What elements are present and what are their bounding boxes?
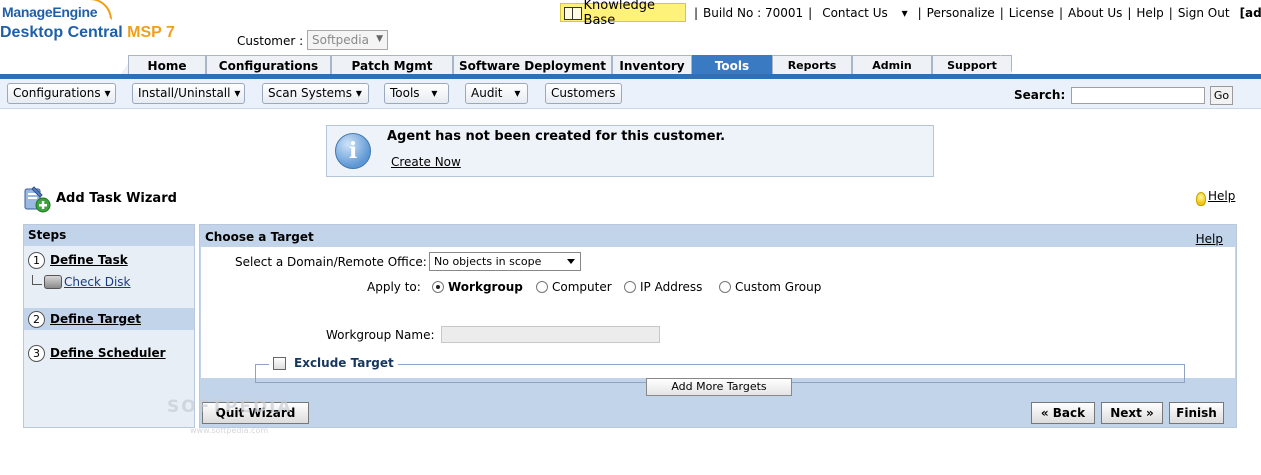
- panel-help-link[interactable]: Help: [1196, 232, 1223, 246]
- tab-tools[interactable]: Tools: [692, 55, 772, 75]
- knowledge-base-label: Knowledge Base: [583, 0, 655, 28]
- radio-ip-address[interactable]: IP Address: [624, 280, 702, 294]
- tab-configurations[interactable]: Configurations: [206, 55, 331, 75]
- chevron-down-icon: [567, 259, 575, 264]
- lightbulb-icon: [1196, 192, 1206, 206]
- top-links: | Build No : 70001 | Contact Us ▾ | Pers…: [694, 6, 1261, 20]
- add-task-icon: [24, 186, 51, 213]
- wizard-title: Add Task Wizard: [56, 191, 177, 206]
- search-input[interactable]: [1071, 87, 1205, 104]
- sign-out-link[interactable]: Sign Out: [1173, 6, 1235, 20]
- domain-select[interactable]: No objects in scope: [429, 252, 581, 271]
- finish-button[interactable]: Finish: [1169, 402, 1224, 424]
- steps-header: Steps: [24, 225, 194, 246]
- back-button[interactable]: « Back: [1031, 402, 1095, 424]
- personalize-link[interactable]: Personalize: [922, 6, 1000, 20]
- caret-down-icon: ▾: [901, 6, 908, 20]
- step-number: 1: [28, 251, 45, 269]
- toolbar-install-uninstall[interactable]: Install/Uninstall ▾: [132, 83, 245, 104]
- tab-reports[interactable]: Reports: [772, 55, 852, 75]
- apply-to-label: Apply to:: [367, 280, 421, 294]
- company-logo: ManageEngine: [2, 4, 98, 20]
- step-number: 2: [28, 310, 45, 328]
- customer-value: Softpedia: [312, 33, 369, 47]
- domain-label: Select a Domain/Remote Office:: [235, 255, 427, 269]
- exclude-target-label: Exclude Target: [294, 356, 394, 370]
- substep-label: Check Disk: [64, 275, 131, 289]
- toolbar-audit[interactable]: Audit ▾: [465, 83, 528, 104]
- tab-admin[interactable]: Admin: [852, 55, 932, 75]
- tab-inventory[interactable]: Inventory: [612, 55, 692, 75]
- watermark: SOFTPEDIA: [167, 397, 293, 417]
- target-form: Select a Domain/Remote Office: No object…: [201, 247, 1235, 383]
- next-button[interactable]: Next »: [1101, 402, 1163, 424]
- chevron-down-icon: ▼: [376, 34, 383, 44]
- radio-workgroup[interactable]: Workgroup: [432, 280, 523, 294]
- help-link[interactable]: Help: [1131, 6, 1168, 20]
- choose-target-panel: Choose a Target Help Select a Domain/Rem…: [199, 224, 1237, 428]
- product-logo: Desktop Central MSP 7: [0, 24, 175, 42]
- step-define-target[interactable]: 2 Define Target: [24, 308, 194, 330]
- step-define-task[interactable]: 1 Define Task: [26, 249, 194, 271]
- product-name: Desktop Central: [0, 24, 123, 41]
- create-now-link[interactable]: Create Now: [391, 155, 461, 169]
- customer-select[interactable]: Softpedia ▼: [307, 30, 388, 50]
- agent-alert: i Agent has not been created for this cu…: [326, 125, 934, 177]
- build-number: Build No : 70001: [703, 6, 804, 20]
- radio-computer[interactable]: Computer: [536, 280, 612, 294]
- step-label: Define Task: [50, 253, 128, 267]
- contact-us-link[interactable]: Contact Us ▾: [812, 6, 917, 20]
- workgroup-name-label: Workgroup Name:: [326, 328, 435, 342]
- customer-label: Customer :: [237, 34, 304, 48]
- radio-custom-group[interactable]: Custom Group: [719, 280, 821, 294]
- toolbar-tools[interactable]: Tools ▾: [384, 83, 449, 104]
- tab-software-deployment[interactable]: Software Deployment: [453, 55, 612, 75]
- step-define-scheduler[interactable]: 3 Define Scheduler: [26, 342, 194, 364]
- exclude-target-legend: Exclude Target: [269, 356, 398, 370]
- add-more-targets-button[interactable]: Add More Targets: [646, 378, 792, 396]
- workgroup-name-input[interactable]: [441, 326, 660, 343]
- caret-down-icon: ▾: [355, 86, 362, 100]
- watermark-url: www.softpedia.com: [190, 426, 269, 435]
- disk-icon: [44, 275, 62, 289]
- exclude-target-checkbox[interactable]: [273, 356, 286, 370]
- caret-down-icon: ▾: [514, 86, 521, 100]
- search-label: Search:: [1014, 88, 1066, 102]
- toolbar-scan-systems[interactable]: Scan Systems ▾: [262, 83, 369, 104]
- caret-down-icon: ▾: [431, 86, 438, 100]
- current-user: [admin]: [1239, 6, 1261, 20]
- book-icon: [564, 6, 582, 20]
- tab-patch-mgmt[interactable]: Patch Mgmt: [331, 55, 453, 75]
- panel-title: Choose a Target: [205, 230, 314, 244]
- info-icon: i: [335, 133, 371, 169]
- alert-message: Agent has not been created for this cust…: [387, 129, 726, 144]
- license-link[interactable]: License: [1004, 6, 1059, 20]
- product-version: 7: [166, 24, 175, 41]
- about-us-link[interactable]: About Us: [1063, 6, 1127, 20]
- step-label: Define Target: [50, 312, 141, 326]
- caret-down-icon: ▾: [234, 86, 241, 100]
- tab-home[interactable]: Home: [128, 55, 206, 75]
- domain-value: No objects in scope: [434, 255, 542, 268]
- toolbar-customers[interactable]: Customers: [545, 83, 622, 104]
- step-number: 3: [28, 344, 45, 362]
- panel-header: Choose a Target Help: [200, 225, 1236, 247]
- step-label: Define Scheduler: [50, 346, 166, 360]
- caret-down-icon: ▾: [104, 86, 111, 100]
- knowledge-base-link[interactable]: Knowledge Base: [560, 0, 686, 28]
- toolbar-configurations[interactable]: Configurations ▾: [7, 83, 116, 104]
- product-edition: MSP: [127, 24, 162, 41]
- wizard-help-link[interactable]: Help: [1196, 189, 1235, 206]
- go-button[interactable]: Go: [1210, 86, 1233, 105]
- substep-check-disk[interactable]: Check Disk: [32, 275, 131, 289]
